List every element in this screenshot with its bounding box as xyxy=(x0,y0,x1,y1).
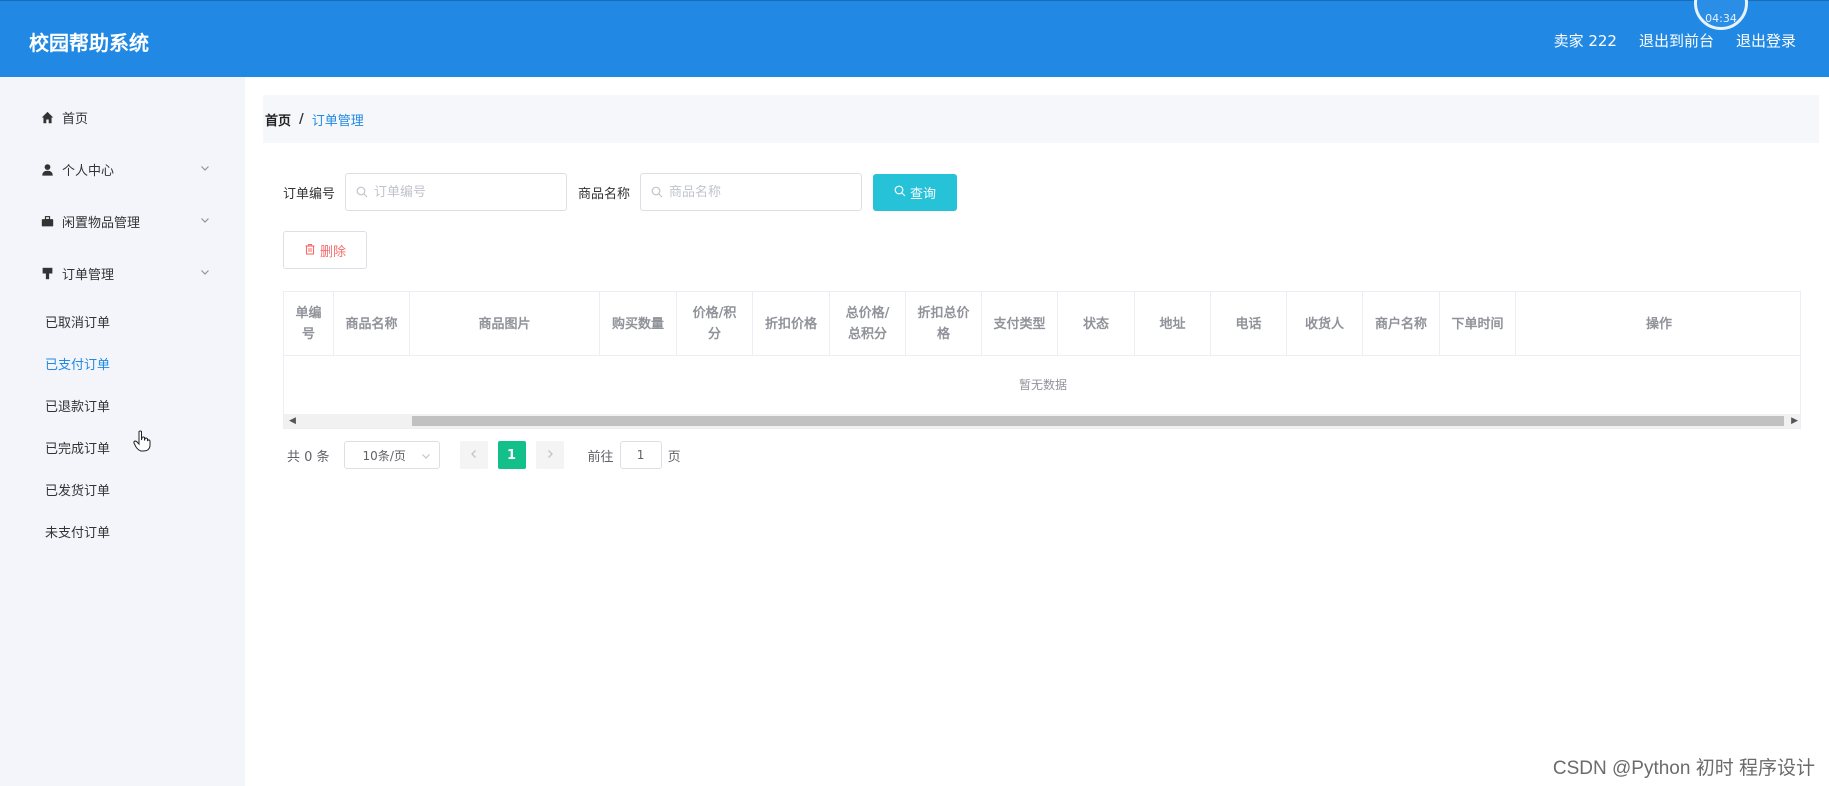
top-header: 校园帮助系统 04:34 卖家 222 退出到前台 退出登录 xyxy=(0,0,1829,77)
chevron-left-icon xyxy=(469,448,479,463)
chevron-down-icon xyxy=(200,214,210,229)
page-suffix: 页 xyxy=(667,449,681,465)
total-count: 共 0 条 xyxy=(287,449,330,465)
sidebar-item-home[interactable]: 首页 xyxy=(40,106,210,128)
sidebar-item-idle-goods[interactable]: 闲置物品管理 xyxy=(40,210,210,232)
order-no-label: 订单编号 xyxy=(283,186,336,202)
product-name-input[interactable] xyxy=(669,184,850,200)
empty-state: 暂无数据 xyxy=(1018,378,1067,392)
search-icon xyxy=(651,183,663,202)
product-name-label: 商品名称 xyxy=(578,186,631,202)
hand-cursor-icon xyxy=(133,430,151,456)
column-header: 单编号 xyxy=(284,292,334,356)
scrollbar-thumb[interactable] xyxy=(412,416,1784,426)
column-header: 操作 xyxy=(1645,316,1672,332)
query-button-label: 查询 xyxy=(910,185,937,201)
breadcrumb: 首页 / 订单管理 xyxy=(263,95,1819,143)
query-button[interactable]: 查询 xyxy=(873,173,958,211)
order-no-field[interactable] xyxy=(345,173,568,211)
sidebar-subitem-cancelled-orders[interactable]: 已取消订单 xyxy=(45,312,110,331)
goto-label: 前往 xyxy=(587,449,614,465)
column-header: 购买数量 xyxy=(600,292,677,356)
column-header: 电话 xyxy=(1211,292,1287,356)
current-user[interactable]: 卖家 222 xyxy=(1554,30,1617,51)
clock-badge: 04:34 xyxy=(1694,0,1748,30)
column-header: 商户名称 xyxy=(1363,292,1440,356)
column-header: 状态 xyxy=(1058,292,1135,356)
column-header: 总价格/ 总积分 xyxy=(830,292,906,356)
main-content: 首页 / 订单管理 订单编号 商品名称 查询 删除 xyxy=(245,77,1829,786)
sidebar-item-order-management[interactable]: 订单管理 xyxy=(40,262,210,284)
chevron-down-icon xyxy=(200,266,210,281)
scroll-right-icon[interactable]: ▶ xyxy=(1791,416,1798,426)
column-header: 支付类型 xyxy=(982,292,1058,356)
breadcrumb-separator: / xyxy=(299,111,304,127)
sidebar: 首页 个人中心 闲置物品管理 订单管理 已取消订单 已支付订单 已退款订单 已完… xyxy=(0,77,245,786)
sidebar-item-label: 首页 xyxy=(62,111,89,127)
page-size-value: 10条/页 xyxy=(362,448,406,463)
chevron-down-icon xyxy=(200,162,210,177)
page-size-select[interactable]: 10条/页 xyxy=(343,441,440,469)
column-header: 收货人 xyxy=(1287,292,1363,356)
header-actions: 卖家 222 退出到前台 退出登录 xyxy=(1554,30,1796,51)
watermark: CSDN @Python 初时 程序设计 xyxy=(1552,758,1815,779)
column-header: 商品图片 xyxy=(410,292,600,356)
search-form: 订单编号 商品名称 查询 xyxy=(283,173,958,211)
sidebar-subitem-unpaid-orders[interactable]: 未支付订单 xyxy=(45,522,110,541)
sidebar-subitem-shipped-orders[interactable]: 已发货订单 xyxy=(45,480,110,499)
scroll-left-icon[interactable]: ◀ xyxy=(289,416,296,426)
sidebar-item-personal-center[interactable]: 个人中心 xyxy=(40,158,210,180)
column-header: 下单时间 xyxy=(1440,292,1516,356)
goto-page-input[interactable] xyxy=(619,441,662,469)
prev-page-button[interactable] xyxy=(459,441,488,469)
briefcase-icon xyxy=(40,214,54,228)
horizontal-scrollbar[interactable]: ◀ ▶ xyxy=(284,414,1800,428)
trash-icon xyxy=(304,243,316,258)
table-header: 单编号 商品名称 商品图片 购买数量 价格/积 分 折扣价格 总价格/ 总积分 … xyxy=(284,292,1800,356)
delete-button-label: 删除 xyxy=(319,243,346,259)
column-header: 折扣价格 xyxy=(753,292,830,356)
chevron-right-icon xyxy=(545,448,555,463)
sidebar-item-label: 订单管理 xyxy=(62,267,115,283)
next-page-button[interactable] xyxy=(535,441,564,469)
orders-table: 单编号 商品名称 商品图片 购买数量 价格/积 分 折扣价格 总价格/ 总积分 … xyxy=(283,291,1801,429)
chevron-down-icon xyxy=(421,450,431,464)
order-icon xyxy=(40,266,54,280)
home-icon xyxy=(40,110,54,124)
column-header: 折扣总价 格 xyxy=(906,292,982,356)
back-to-front-link[interactable]: 退出到前台 xyxy=(1639,30,1714,51)
app-title: 校园帮助系统 xyxy=(29,31,149,55)
sidebar-subitem-completed-orders[interactable]: 已完成订单 xyxy=(45,438,110,457)
page-number-current[interactable]: 1 xyxy=(497,441,526,469)
sidebar-subitem-refunded-orders[interactable]: 已退款订单 xyxy=(45,396,110,415)
column-header: 地址 xyxy=(1135,292,1211,356)
column-header: 价格/积 分 xyxy=(677,292,753,356)
sidebar-subitem-paid-orders[interactable]: 已支付订单 xyxy=(45,354,110,373)
sidebar-item-label: 个人中心 xyxy=(62,163,115,179)
order-no-input[interactable] xyxy=(374,184,555,200)
breadcrumb-home[interactable]: 首页 xyxy=(265,110,291,129)
delete-button[interactable]: 删除 xyxy=(283,231,367,269)
logout-link[interactable]: 退出登录 xyxy=(1736,30,1796,51)
pagination: 共 0 条 10条/页 1 前往 页 xyxy=(287,441,681,469)
search-icon xyxy=(356,183,368,202)
search-icon xyxy=(894,185,906,200)
sidebar-item-label: 闲置物品管理 xyxy=(62,215,141,231)
user-icon xyxy=(40,162,54,176)
column-header: 商品名称 xyxy=(334,292,410,356)
product-name-field[interactable] xyxy=(640,173,863,211)
breadcrumb-current: 订单管理 xyxy=(311,113,364,129)
